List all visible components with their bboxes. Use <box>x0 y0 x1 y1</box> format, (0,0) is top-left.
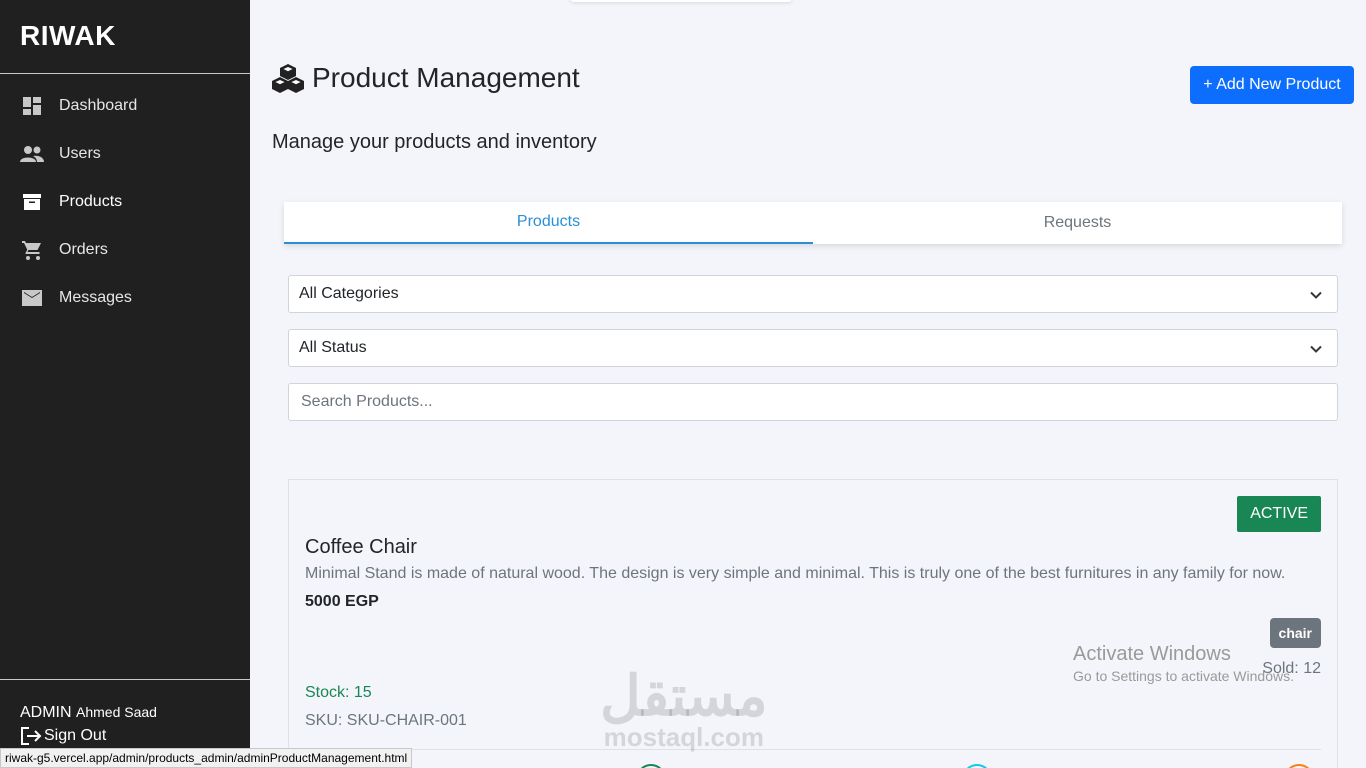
browser-status-url: riwak-g5.vercel.app/admin/products_admin… <box>0 748 413 768</box>
main-content: Product Management + Add New Product Man… <box>250 0 1366 768</box>
category-badge: chair <box>1269 618 1321 648</box>
sidebar-nav: Dashboard Users Products Orders Messages <box>0 82 250 322</box>
top-edge-tab <box>570 0 792 2</box>
card-action-button[interactable] <box>636 764 666 768</box>
users-icon <box>20 142 44 166</box>
dashboard-icon <box>20 94 44 118</box>
card-action-button[interactable] <box>962 764 992 768</box>
sidebar-item-label: Messages <box>59 289 132 306</box>
search-products-input[interactable] <box>288 383 1338 421</box>
product-price: 5000 EGP <box>305 593 379 610</box>
sidebar-item-label: Users <box>59 145 101 162</box>
mail-icon <box>20 286 44 310</box>
sidebar-item-messages[interactable]: Messages <box>0 274 250 322</box>
product-sku: SKU: SKU-CHAIR-001 <box>305 712 467 729</box>
user-role: ADMIN <box>20 704 72 721</box>
user-name: Ahmed Saad <box>76 704 157 720</box>
status-badge: ACTIVE <box>1237 496 1321 532</box>
admin-user-info: ADMIN Ahmed Saad <box>20 704 230 722</box>
category-select-value: All Categories <box>299 285 399 302</box>
chevron-down-icon <box>1310 291 1322 299</box>
tab-bar: Products Requests <box>284 202 1342 244</box>
status-select[interactable]: All Status <box>288 329 1338 367</box>
category-select[interactable]: All Categories <box>288 275 1338 313</box>
product-sold: Sold: 12 <box>1262 660 1321 677</box>
cart-icon <box>20 238 44 262</box>
add-new-product-button[interactable]: + Add New Product <box>1190 66 1354 104</box>
sidebar-item-products[interactable]: Products <box>0 178 250 226</box>
sidebar-item-label: Products <box>59 193 123 210</box>
sign-out-label: Sign Out <box>44 727 107 744</box>
sign-out-button[interactable]: Sign Out <box>20 726 230 746</box>
card-action-button[interactable] <box>1284 764 1314 768</box>
product-card: ACTIVE Coffee Chair Minimal Stand is mad… <box>288 479 1338 768</box>
sidebar-item-label: Orders <box>59 241 108 258</box>
sidebar-item-users[interactable]: Users <box>0 130 250 178</box>
brand-logo[interactable]: RIWAK <box>0 0 250 74</box>
sidebar-item-dashboard[interactable]: Dashboard <box>0 82 250 130</box>
chevron-down-icon <box>1310 345 1322 353</box>
sidebar-item-orders[interactable]: Orders <box>0 226 250 274</box>
sidebar-footer: ADMIN Ahmed Saad Sign Out <box>0 679 250 746</box>
card-divider <box>305 749 1321 750</box>
page-subtitle: Manage your products and inventory <box>272 131 597 153</box>
archive-box-icon <box>20 190 44 214</box>
product-description: Minimal Stand is made of natural wood. T… <box>305 565 1286 582</box>
page-title: Product Management <box>272 62 580 94</box>
status-select-value: All Status <box>299 339 367 356</box>
cubes-icon <box>272 64 304 93</box>
sidebar-item-label: Dashboard <box>59 97 138 114</box>
tab-products[interactable]: Products <box>284 202 813 244</box>
product-stock: Stock: 15 <box>305 684 372 701</box>
tab-requests[interactable]: Requests <box>813 202 1342 244</box>
sidebar: RIWAK Dashboard Users Products Orders Me… <box>0 0 250 768</box>
product-name: Coffee Chair <box>305 536 417 558</box>
page-title-text: Product Management <box>312 62 580 93</box>
sign-out-icon <box>21 727 42 745</box>
